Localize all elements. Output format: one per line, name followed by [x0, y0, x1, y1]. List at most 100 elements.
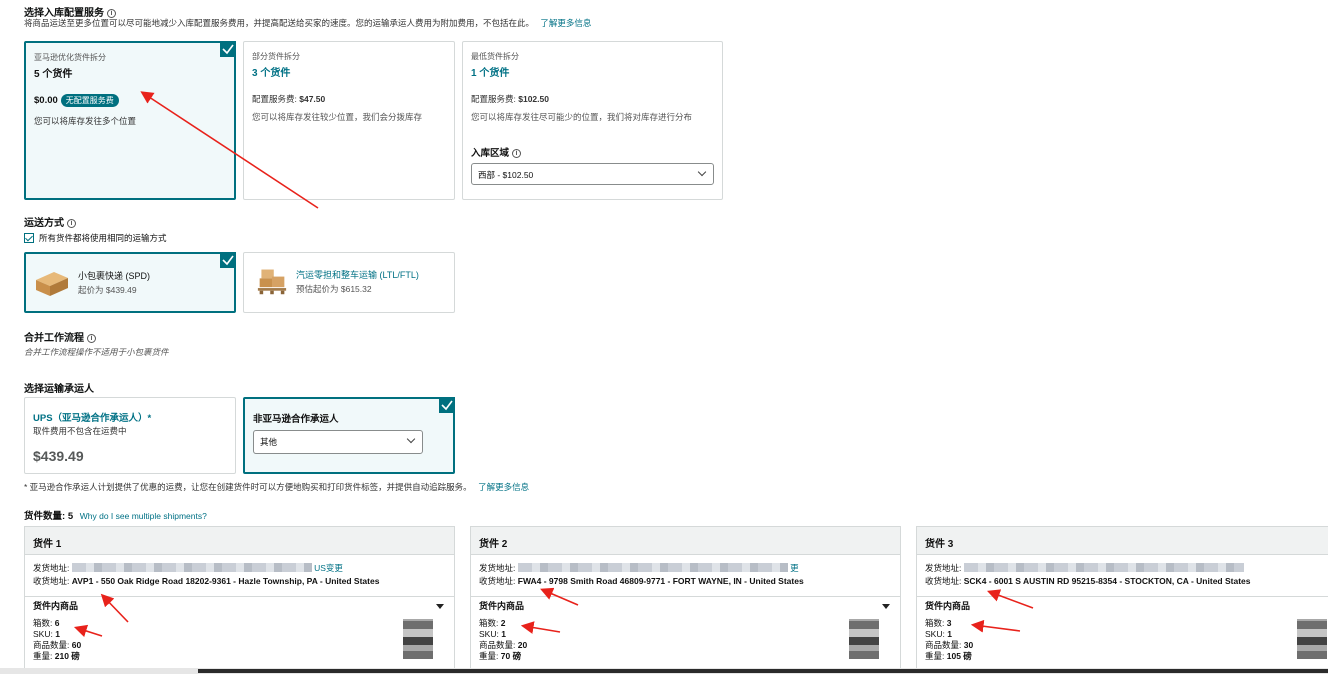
from-address-row: 发货地址: 更: [479, 562, 892, 575]
sku-row: SKU: 1: [479, 629, 892, 640]
sku-row: SKU: 1: [33, 629, 446, 640]
to-address-row: 收货地址: SCK4 - 6001 S AUSTIN RD 95215-8354…: [925, 575, 1327, 588]
weight-value: 210 磅: [54, 651, 80, 661]
shipment-card-1: 货件 1 发货地址: US变更 收货地址: AVP1 - 550 Oak Rid…: [24, 526, 455, 674]
product-thumbnail: [849, 619, 879, 659]
info-icon[interactable]: i: [512, 149, 522, 158]
shipment-address: 发货地址: 更 收货地址: FWA4 - 9798 Smith Road 468…: [471, 555, 900, 597]
region-select[interactable]: 西部 - $102.50: [471, 163, 714, 185]
boxes-row: 箱数: 3: [925, 618, 1327, 629]
caret-down-icon[interactable]: [882, 604, 890, 609]
ups-title: UPS（亚马逊合作承运人）*: [33, 413, 152, 424]
from-label: 发货地址:: [925, 563, 962, 573]
boxes-value: 3: [946, 618, 952, 628]
shipment-items: 货件内商品 箱数: 2 SKU: 1 商品数量: 20 重量: 70 磅: [471, 597, 900, 666]
spd-price: 起价为 $439.49: [78, 285, 137, 295]
weight-value: 70 磅: [500, 651, 522, 661]
placement-option-minimal[interactable]: 最低货件拆分 1 个货件 配置服务费: $102.50 您可以将库存发往尽可能少…: [462, 41, 723, 200]
qty-label: 商品数量:: [33, 640, 70, 650]
price-label: 配置服务费:: [471, 94, 519, 104]
weight-label: 重量:: [479, 651, 499, 661]
option-count: 3 个货件: [252, 68, 291, 79]
scrollbar-thumb[interactable]: [198, 669, 1328, 673]
option-note: 您可以将库存发往较少位置，我们会分拨库存: [252, 112, 423, 122]
from-label: 发货地址:: [479, 563, 516, 573]
parcel-box-icon: [36, 272, 68, 296]
chevron-down-icon: [406, 434, 416, 444]
same-method-checkbox[interactable]: [24, 233, 34, 243]
sku-label: SKU:: [479, 629, 499, 639]
shipment-address: 发货地址: 收货地址: SCK4 - 6001 S AUSTIN RD 9521…: [917, 555, 1328, 597]
carrier-select[interactable]: 其他: [253, 430, 423, 454]
spd-name: 小包裹快递 (SPD): [78, 271, 151, 281]
option-note: 您可以将库存发往尽可能少的位置，我们将对库存进行分布: [471, 112, 693, 122]
items-toggle[interactable]: 货件内商品: [33, 601, 446, 612]
qty-label: 商品数量:: [479, 640, 516, 650]
placement-description: 将商品运送至更多位置可以尽可能地减少入库配置服务费用，并提高配送给买家的速度。您…: [24, 17, 591, 29]
redacted-address: [963, 563, 1244, 572]
ltl-name: 汽运零担和整车运输 (LTL/FTL): [296, 270, 419, 280]
to-address-row: 收货地址: FWA4 - 9798 Smith Road 46809-9771 …: [479, 575, 892, 588]
shipment-title: 货件 3: [917, 527, 1328, 555]
multiple-shipments-link[interactable]: Why do I see multiple shipments?: [80, 511, 207, 521]
shipping-title-text: 运送方式: [24, 218, 64, 229]
option-label: 最低货件拆分: [471, 52, 519, 61]
qty-row: 商品数量: 30: [925, 640, 1327, 651]
option-count: 5 个货件: [34, 69, 73, 80]
shipping-title: 运送方式 i: [24, 214, 76, 229]
carrier-option-non-partnered[interactable]: 非亚马逊合作承运人 其他: [243, 397, 455, 474]
learn-more-link[interactable]: 了解更多信息: [478, 482, 529, 492]
shipment-card-3: 货件 3 发货地址: 收货地址: SCK4 - 6001 S AUSTIN RD…: [916, 526, 1328, 674]
placement-option-partial[interactable]: 部分货件拆分 3 个货件 配置服务费: $47.50 您可以将库存发往较少位置，…: [243, 41, 455, 200]
horizontal-scrollbar[interactable]: [0, 668, 1328, 674]
change-address-link[interactable]: US变更: [314, 563, 343, 573]
shipment-count-value: 5: [67, 511, 74, 522]
to-label: 收货地址:: [33, 576, 70, 586]
product-thumbnail: [403, 619, 433, 659]
sku-value: 1: [55, 629, 60, 639]
shipment-address: 发货地址: US变更 收货地址: AVP1 - 550 Oak Ridge Ro…: [25, 555, 454, 597]
shipping-option-spd[interactable]: 小包裹快递 (SPD) 起价为 $439.49: [24, 252, 236, 313]
learn-more-link[interactable]: 了解更多信息: [540, 18, 591, 28]
redacted-address: [71, 563, 312, 572]
carrier-select-value: 其他: [260, 437, 278, 447]
placement-desc-text: 将商品运送至更多位置可以尽可能地减少入库配置服务费用，并提高配送给买家的速度。您…: [24, 18, 535, 28]
fc-address: - 9798 Smith Road 46809-9771 - FORT WAYN…: [541, 576, 804, 586]
qty-row: 商品数量: 20: [479, 640, 892, 651]
fc-address: - 6001 S AUSTIN RD 95215-8354 - STOCKTON…: [986, 576, 1251, 586]
option-price-row: $0.00 无配置服务费: [34, 94, 226, 107]
check-icon: [220, 252, 236, 268]
caret-down-icon[interactable]: [436, 604, 444, 609]
fc-address: - 550 Oak Ridge Road 18202-9361 - Hazle …: [93, 576, 380, 586]
boxes-row: 箱数: 2: [479, 618, 892, 629]
from-address-row: 发货地址: US变更: [33, 562, 446, 575]
shipping-option-ltl[interactable]: 汽运零担和整车运输 (LTL/FTL) 预估起价为 $615.32: [243, 252, 455, 313]
region-select-value: 西部 - $102.50: [478, 170, 534, 180]
weight-value: 105 磅: [946, 651, 972, 661]
ltl-price: 预估起价为 $615.32: [296, 284, 372, 294]
ups-note: 取件费用不包含在运费中: [33, 426, 127, 436]
items-toggle[interactable]: 货件内商品: [479, 601, 892, 612]
no-fee-badge: 无配置服务费: [60, 94, 119, 107]
items-toggle[interactable]: 货件内商品: [925, 601, 1327, 612]
info-icon[interactable]: i: [87, 334, 96, 343]
pallet-icon: [257, 269, 287, 295]
placement-option-optimized[interactable]: 亚马逊优化货件拆分 5 个货件 $0.00 无配置服务费 您可以将库存发往多个位置: [24, 41, 236, 200]
change-address-link[interactable]: 更: [790, 563, 799, 573]
carrier-option-ups[interactable]: UPS（亚马逊合作承运人）* 取件费用不包含在运费中 $439.49: [24, 397, 236, 474]
option-price-row: 配置服务费: $47.50: [252, 93, 446, 105]
same-method-label: 所有货件都将使用相同的运输方式: [39, 233, 167, 243]
region-label: 入库区域 i: [471, 145, 714, 159]
shipment-title: 货件 1: [25, 527, 454, 555]
to-address-row: 收货地址: AVP1 - 550 Oak Ridge Road 18202-93…: [33, 575, 446, 588]
option-price: $102.50: [518, 94, 549, 104]
workflow-title-text: 合并工作流程: [24, 333, 84, 344]
weight-row: 重量: 105 磅: [925, 651, 1327, 662]
fc-code: AVP1: [71, 576, 94, 586]
same-method-row[interactable]: 所有货件都将使用相同的运输方式: [24, 232, 167, 244]
info-icon[interactable]: i: [67, 219, 76, 228]
sku-label: SKU:: [33, 629, 53, 639]
boxes-value: 6: [54, 618, 60, 628]
from-address-row: 发货地址:: [925, 562, 1327, 575]
workflow-note: 合并工作流程操作不适用于小包裹货件: [24, 347, 169, 357]
